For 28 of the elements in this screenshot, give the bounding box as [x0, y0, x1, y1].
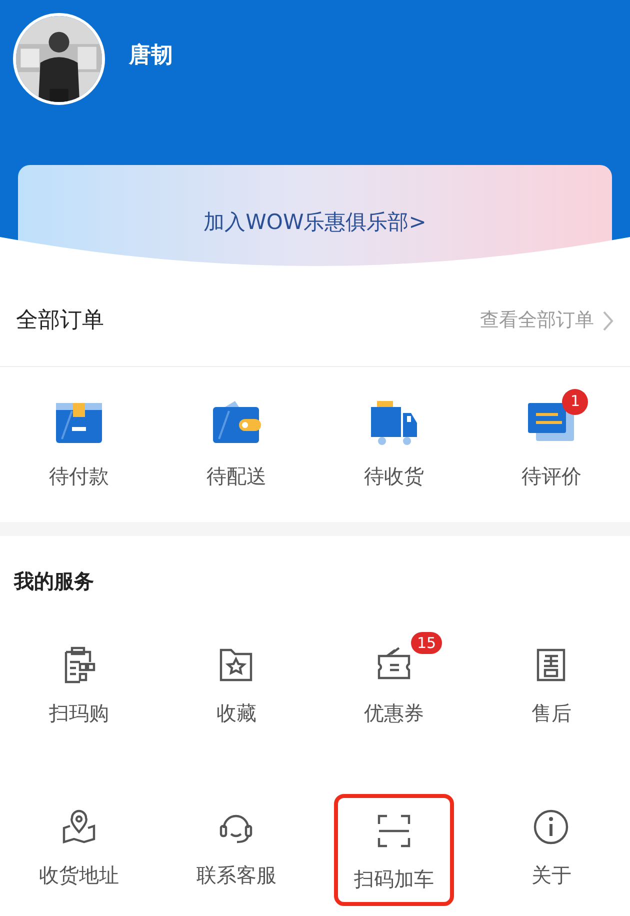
service-item[interactable]: 扫码加车: [334, 794, 454, 906]
info-icon: [532, 808, 570, 846]
truck-icon[interactable]: [368, 398, 419, 446]
chevron-icon: [602, 310, 614, 332]
service-item[interactable]: 售后: [531, 646, 572, 728]
service-label: 收藏: [216, 700, 256, 727]
service-label: 扫码加车: [354, 866, 434, 893]
service-label: 收货地址: [38, 862, 119, 889]
service-label: 关于: [531, 862, 572, 889]
order-status-label[interactable]: 待付款: [48, 460, 109, 490]
count-badge: 15: [411, 632, 442, 654]
service-item[interactable]: 关于: [531, 808, 572, 890]
service-item[interactable]: 联系客服: [196, 808, 276, 890]
count-badge: 1: [562, 388, 588, 414]
order-status-label[interactable]: 待配送: [206, 460, 266, 490]
order-status-label[interactable]: 待评价: [521, 460, 582, 490]
order-status-label[interactable]: 待收货: [364, 460, 424, 490]
section-title: 全部订单: [16, 307, 104, 335]
user-name: 唐韧: [129, 42, 173, 70]
join-club-link[interactable]: 加入WOW乐惠俱乐部>: [204, 207, 426, 237]
service-item[interactable]: 收货地址: [38, 808, 119, 890]
service-item[interactable]: 收藏: [216, 646, 256, 728]
section-title: 我的服务: [14, 569, 94, 593]
service-item[interactable]: 扫玛购: [48, 646, 109, 728]
service-label: 优惠券: [364, 700, 424, 727]
service-label: 扫玛购: [48, 700, 109, 727]
service-label: 售后: [531, 700, 572, 727]
service-label: 联系客服: [196, 862, 276, 889]
